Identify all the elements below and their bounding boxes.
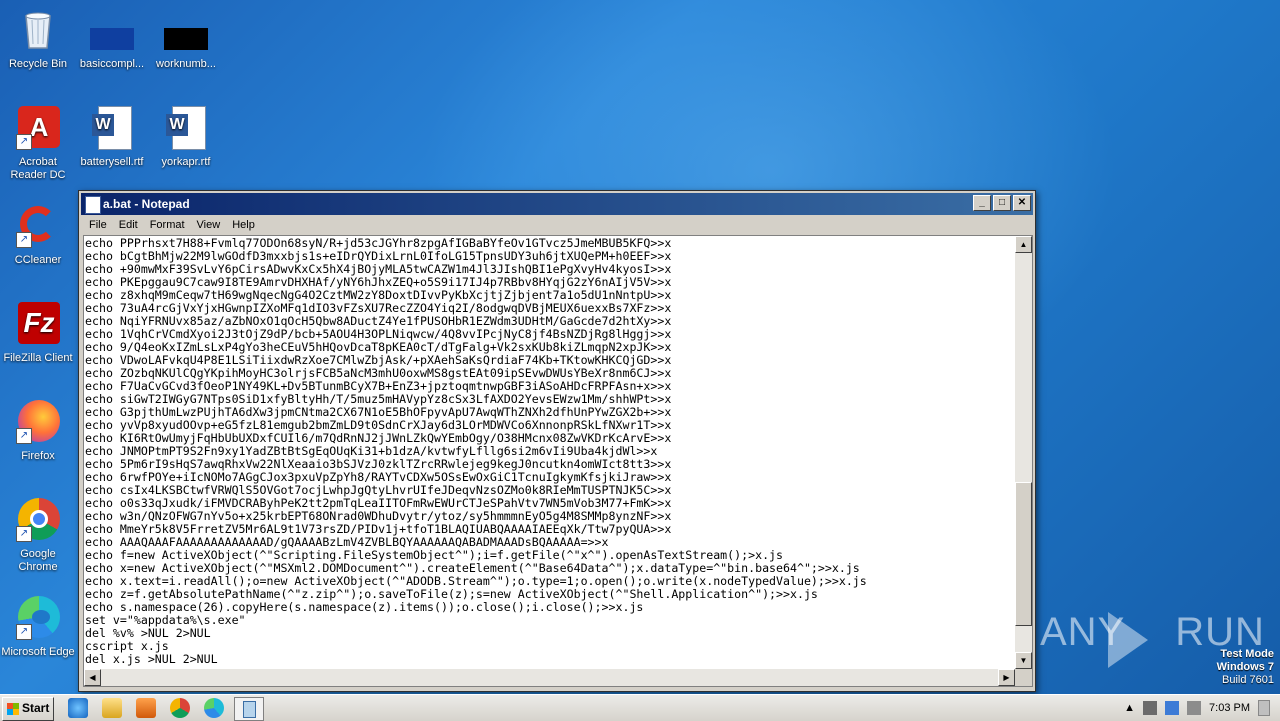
menu-view[interactable]: View: [191, 219, 227, 231]
desktop-icon-acrobat[interactable]: A ↗ Acrobat Reader DC: [0, 106, 76, 182]
file-icon: [90, 8, 134, 52]
text-area[interactable]: echo PPPrhsxt7H88+Fvmlq77ODOn68syN/R+jd5…: [84, 236, 1015, 669]
desktop-icon-chrome[interactable]: ↗ Google Chrome: [0, 498, 76, 574]
resize-grip[interactable]: [1015, 669, 1032, 686]
ccleaner-icon: ↗: [16, 204, 60, 248]
desktop-icon-label: yorkapr.rtf: [161, 156, 211, 168]
horizontal-scrollbar[interactable]: ◀ ▶: [84, 669, 1015, 686]
desktop-icon-label: Acrobat Reader DC: [10, 156, 66, 181]
word-document-icon: W: [164, 106, 208, 150]
notepad-icon: [85, 196, 101, 214]
desktop-icon-label: Recycle Bin: [8, 58, 68, 70]
test-mode-line2: Windows 7: [1216, 661, 1274, 673]
windows-logo-icon: [7, 703, 19, 715]
network-icon[interactable]: [1165, 701, 1180, 715]
volume-icon[interactable]: [1187, 701, 1202, 715]
notepad-window[interactable]: a.bat - Notepad _ □ ✕ File Edit Format V…: [78, 190, 1036, 692]
acrobat-icon: A ↗: [16, 106, 60, 150]
action-center-icon[interactable]: [1143, 701, 1158, 715]
desktop-icon-label: CCleaner: [14, 254, 62, 266]
start-button[interactable]: Start: [2, 697, 54, 721]
desktop-icon-label: batterysell.rtf: [80, 156, 144, 168]
file-content[interactable]: echo PPPrhsxt7H88+Fvmlq77ODOn68syN/R+jd5…: [84, 236, 1015, 666]
system-tray: ▲ 7:03 PM: [1124, 696, 1280, 720]
explorer-icon[interactable]: [102, 698, 122, 718]
desktop-icon-yorkapr[interactable]: W yorkapr.rtf: [148, 106, 224, 169]
desktop-icon-label: Firefox: [21, 450, 55, 462]
vertical-scroll-thumb[interactable]: [1015, 482, 1032, 626]
media-player-icon[interactable]: [136, 698, 156, 718]
menu-help[interactable]: Help: [226, 219, 261, 231]
notepad-taskbar-button[interactable]: [234, 697, 264, 721]
vertical-scrollbar[interactable]: ▲ ▼: [1015, 236, 1032, 669]
menu-edit[interactable]: Edit: [113, 219, 144, 231]
file-icon: [164, 8, 208, 52]
desktop-icon-label: basiccompl...: [79, 58, 145, 70]
scroll-down-button[interactable]: ▼: [1015, 652, 1032, 669]
edge-icon: ↗: [16, 596, 60, 640]
desktop-icon-filezilla[interactable]: Fz FileZilla Client: [0, 302, 76, 365]
maximize-button[interactable]: □: [993, 195, 1011, 211]
window-titlebar[interactable]: a.bat - Notepad _ □ ✕: [81, 193, 1033, 215]
chrome-taskbar-icon[interactable]: [170, 698, 190, 718]
desktop-icon-label: Microsoft Edge: [1, 646, 75, 658]
show-hidden-icons-icon[interactable]: ▲: [1124, 702, 1135, 714]
shortcut-arrow-icon: ↗: [16, 232, 32, 248]
desktop-icon-label: FileZilla Client: [3, 352, 73, 364]
ie-icon[interactable]: [68, 698, 88, 718]
scroll-left-button[interactable]: ◀: [84, 669, 101, 686]
close-button[interactable]: ✕: [1013, 195, 1031, 211]
notepad-icon: [243, 701, 256, 718]
edge-taskbar-icon[interactable]: [204, 698, 224, 718]
menu-bar: File Edit Format View Help: [79, 215, 1035, 235]
window-title: a.bat - Notepad: [103, 197, 190, 211]
desktop-icon-label: worknumb...: [156, 58, 216, 70]
desktop-icon-edge[interactable]: ↗ Microsoft Edge: [0, 596, 76, 659]
watermark-text-left: ANY: [1040, 610, 1126, 654]
firefox-icon: ↗: [16, 400, 60, 444]
desktop-icon-recycle-bin[interactable]: Recycle Bin: [0, 8, 76, 71]
shortcut-arrow-icon: ↗: [16, 624, 32, 640]
start-label: Start: [22, 701, 50, 715]
show-desktop-button[interactable]: [1258, 700, 1270, 716]
test-mode-line3: Build 7601: [1222, 674, 1274, 686]
menu-file[interactable]: File: [83, 219, 113, 231]
shortcut-arrow-icon: ↗: [16, 134, 32, 150]
shortcut-arrow-icon: ↗: [16, 428, 32, 444]
desktop-icon-basiccompl[interactable]: basiccompl...: [74, 8, 150, 71]
scroll-right-button[interactable]: ▶: [998, 669, 1015, 686]
desktop-icon-firefox[interactable]: ↗ Firefox: [0, 400, 76, 463]
shortcut-arrow-icon: ↗: [16, 526, 32, 542]
chrome-icon: ↗: [16, 498, 60, 542]
test-mode-notice: Test Mode Windows 7 Build 7601: [1217, 648, 1274, 687]
menu-format[interactable]: Format: [144, 219, 191, 231]
desktop-icon-label: Google Chrome: [18, 548, 58, 573]
scroll-up-button[interactable]: ▲: [1015, 236, 1032, 253]
test-mode-line1: Test Mode: [1220, 648, 1274, 660]
desktop-icon-worknumb[interactable]: worknumb...: [148, 8, 224, 71]
filezilla-icon: Fz: [16, 302, 60, 346]
word-document-icon: W: [90, 106, 134, 150]
desktop-icon-ccleaner[interactable]: ↗ CCleaner: [0, 204, 76, 267]
taskbar: Start ▲ 7:03 PM: [0, 694, 1280, 721]
desktop-icon-batterysell[interactable]: W batterysell.rtf: [74, 106, 150, 169]
minimize-button[interactable]: _: [973, 195, 991, 211]
recycle-bin-icon: [16, 8, 60, 52]
text-editor[interactable]: echo PPPrhsxt7H88+Fvmlq77ODOn68syN/R+jd5…: [83, 235, 1033, 687]
clock[interactable]: 7:03 PM: [1209, 702, 1250, 714]
